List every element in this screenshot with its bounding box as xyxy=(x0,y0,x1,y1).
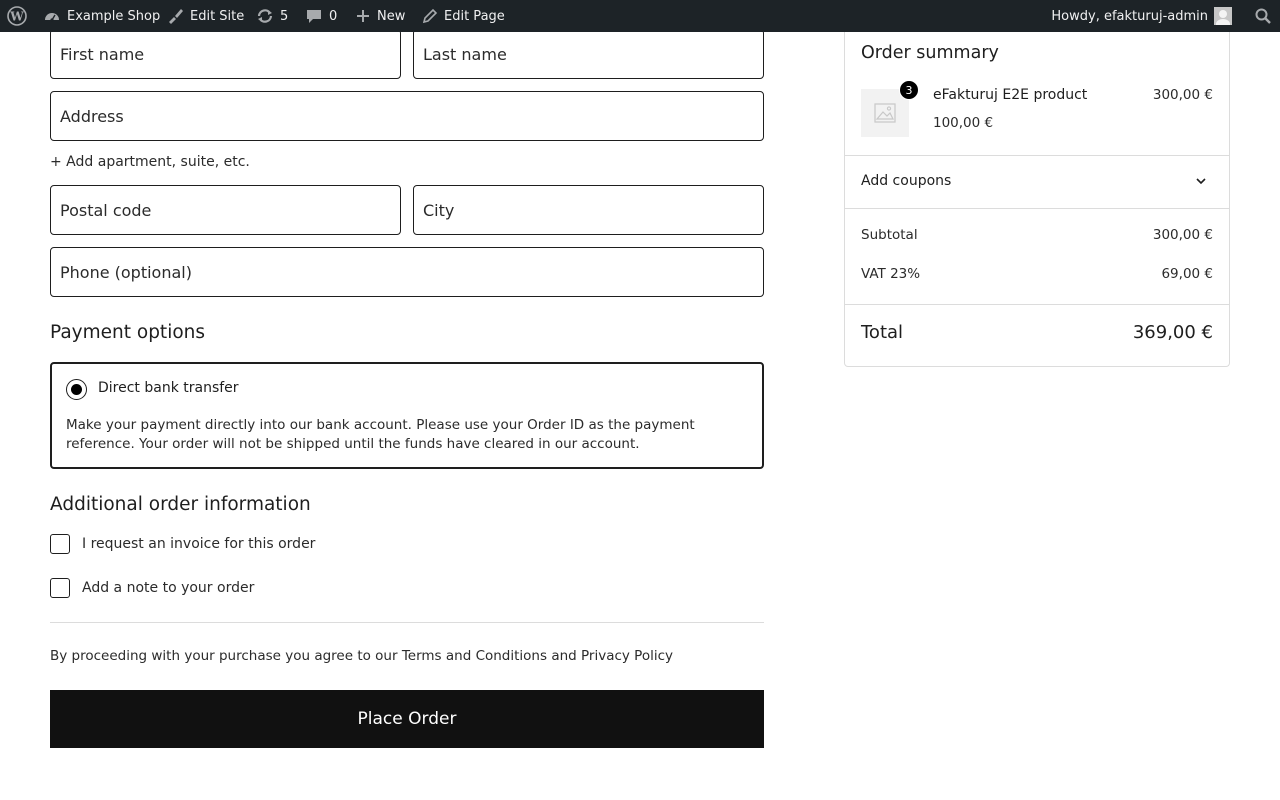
order-summary: Order summary 3 eFakturuj E2E product 10… xyxy=(844,24,1230,367)
svg-text:W: W xyxy=(9,10,24,24)
additional-info-heading: Additional order information xyxy=(50,494,311,515)
first-name-field[interactable] xyxy=(50,29,401,79)
plus-icon xyxy=(357,10,369,22)
site-name: Example Shop xyxy=(67,8,161,24)
payment-options-heading: Payment options xyxy=(50,322,206,343)
wordpress-logo-icon[interactable]: W xyxy=(7,0,27,32)
account-menu[interactable]: Howdy, efakturuj-admin xyxy=(1051,0,1232,32)
admin-bar: W Example Shop Edit Site 5 0 New Edit Pa… xyxy=(0,0,1280,32)
invoice-checkbox-row[interactable]: I request an invoice for this order xyxy=(50,534,315,554)
comment-icon xyxy=(307,10,321,23)
subtotal-value: 300,00 € xyxy=(1152,227,1213,243)
chevron-down-icon xyxy=(1196,178,1206,185)
total-label: Total xyxy=(861,322,904,343)
updates-icon xyxy=(257,9,273,23)
site-name-menu[interactable]: Example Shop xyxy=(43,0,160,32)
summary-divider xyxy=(845,208,1229,209)
comments-count: 0 xyxy=(329,8,338,24)
postal-code-input[interactable] xyxy=(51,186,400,234)
updates-count: 5 xyxy=(280,8,289,24)
product-unit-price: 100,00 € xyxy=(933,115,994,131)
new-content-link[interactable]: New xyxy=(355,0,405,32)
phone-field[interactable] xyxy=(50,247,764,297)
updates-link[interactable]: 5 xyxy=(256,0,288,32)
dashboard-icon xyxy=(45,13,59,22)
new-label: New xyxy=(377,8,406,24)
edit-site-link[interactable]: Edit Site xyxy=(166,0,244,32)
add-apartment-link[interactable]: + Add apartment, suite, etc. xyxy=(50,154,250,170)
comments-link[interactable]: 0 xyxy=(305,0,337,32)
summary-divider xyxy=(845,304,1229,305)
last-name-input[interactable] xyxy=(414,30,763,78)
vat-value: 69,00 € xyxy=(1161,266,1213,282)
edit-site-label: Edit Site xyxy=(190,8,245,24)
vat-label: VAT 23% xyxy=(861,266,921,282)
first-name-input[interactable] xyxy=(51,30,400,78)
address-field[interactable] xyxy=(50,91,764,141)
divider xyxy=(50,622,764,623)
avatar xyxy=(1214,7,1232,25)
city-input[interactable] xyxy=(414,186,763,234)
phone-input[interactable] xyxy=(51,248,763,296)
last-name-field[interactable] xyxy=(413,29,764,79)
payment-method-label: Direct bank transfer xyxy=(98,380,239,396)
city-field[interactable] xyxy=(413,185,764,235)
note-checkbox-row[interactable]: Add a note to your order xyxy=(50,578,254,598)
invoice-checkbox[interactable] xyxy=(50,534,70,554)
terms-text: By proceeding with your purchase you agr… xyxy=(50,648,674,664)
product-name: eFakturuj E2E product xyxy=(933,87,1088,103)
place-order-button[interactable]: Place Order xyxy=(50,690,764,748)
image-placeholder-icon xyxy=(874,103,896,123)
pencil-icon xyxy=(422,8,438,24)
edit-page-label: Edit Page xyxy=(444,8,505,24)
product-line-total: 300,00 € xyxy=(1152,87,1213,103)
edit-page-link[interactable]: Edit Page xyxy=(422,0,505,32)
add-coupons-label: Add coupons xyxy=(861,173,952,189)
add-coupons-toggle[interactable]: Add coupons xyxy=(845,155,1229,208)
search-icon[interactable] xyxy=(1254,0,1272,32)
note-checkbox[interactable] xyxy=(50,578,70,598)
quantity-badge: 3 xyxy=(899,80,919,100)
brush-icon xyxy=(169,9,183,24)
payment-radio[interactable] xyxy=(66,379,87,400)
note-checkbox-label: Add a note to your order xyxy=(82,580,255,596)
address-input[interactable] xyxy=(51,92,763,140)
subtotal-label: Subtotal xyxy=(861,227,918,243)
order-summary-title: Order summary xyxy=(861,43,999,63)
payment-method-option[interactable]: Direct bank transfer Make your payment d… xyxy=(50,362,764,469)
total-value: 369,00 € xyxy=(1132,322,1213,343)
howdy-text: Howdy, efakturuj-admin xyxy=(1051,8,1208,24)
postal-code-field[interactable] xyxy=(50,185,401,235)
invoice-checkbox-label: I request an invoice for this order xyxy=(82,536,316,552)
payment-method-description: Make your payment directly into our bank… xyxy=(66,417,695,452)
